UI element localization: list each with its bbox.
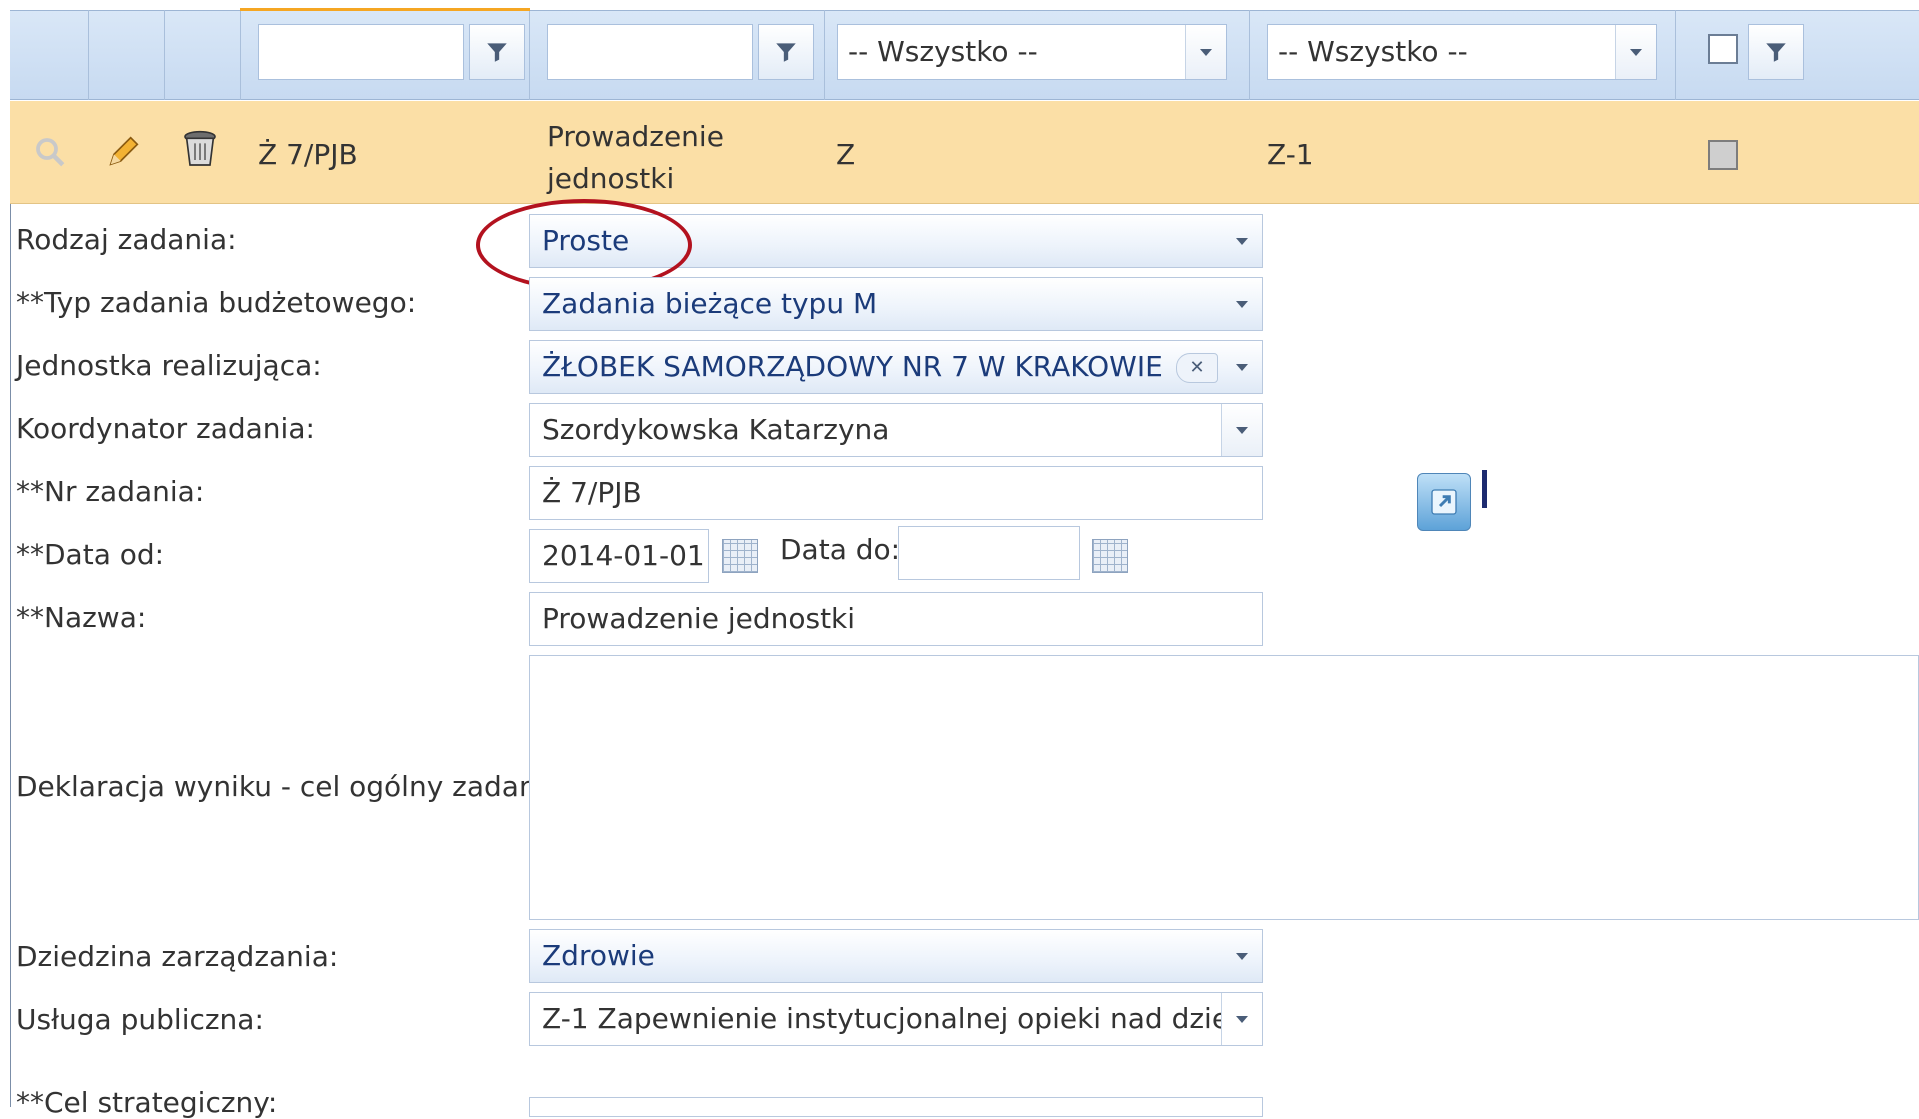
chevron-down-icon[interactable] (1222, 215, 1262, 267)
pencil-icon[interactable] (104, 130, 144, 176)
nr-input[interactable]: Ż 7/PJB (529, 466, 1263, 520)
column-divider (1675, 10, 1676, 100)
rodzaj-label: Rodzaj zadania: (16, 223, 237, 256)
chevron-down-icon[interactable] (1615, 25, 1656, 79)
data-do-label: Data do: (780, 533, 901, 566)
dziedzina-value: Zdrowie (542, 939, 655, 972)
data-od-value: 2014-01-01 (542, 539, 705, 572)
chevron-down-icon[interactable] (1185, 25, 1226, 79)
nr-value: Ż 7/PJB (542, 476, 642, 509)
nazwa-input[interactable]: Prowadzenie jednostki (529, 592, 1263, 646)
cel-select[interactable] (529, 1097, 1263, 1117)
usluga-label: Usługa publiczna: (16, 1003, 264, 1036)
row-code: Ż 7/PJB (258, 138, 358, 171)
funnel-icon (1766, 43, 1786, 62)
usluga-select[interactable]: Z-1 Zapewnienie instytucjonalnej opieki … (529, 992, 1263, 1046)
typ-select[interactable]: Zadania bieżące typu M (529, 277, 1263, 331)
deklaracja-label: Deklaracja wyniku - cel ogólny zadania: (16, 770, 572, 803)
cel-label: **Cel strategiczny: (16, 1086, 278, 1119)
koordynator-value: Szordykowska Katarzyna (542, 413, 890, 446)
column-divider (164, 10, 165, 100)
row-checkbox[interactable] (1708, 140, 1738, 170)
row-name: Prowadzenie jednostki (547, 120, 724, 195)
calendar-icon[interactable] (1092, 539, 1128, 573)
row-service: Z-1 (1267, 138, 1314, 171)
koordynator-select[interactable]: Szordykowska Katarzyna (529, 403, 1263, 457)
filter-name-input[interactable] (547, 24, 753, 80)
column-divider (1249, 10, 1250, 100)
funnel-icon (776, 43, 796, 62)
funnel-icon (487, 43, 507, 62)
row-type: Z (836, 138, 856, 171)
deklaracja-textarea[interactable] (529, 655, 1919, 920)
column-divider (529, 10, 530, 100)
filter-type-value: -- Wszystko -- (848, 35, 1038, 68)
sorted-column-indicator (240, 8, 530, 11)
dziedzina-label: Dziedzina zarządzania: (16, 940, 339, 973)
clear-icon[interactable]: ✕ (1176, 353, 1218, 383)
usluga-value: Z-1 Zapewnienie instytucjonalnej opieki … (542, 1002, 1263, 1035)
jednostka-label: Jednostka realizująca: (16, 349, 322, 382)
external-link-icon[interactable] (1417, 473, 1471, 531)
filter-type-select[interactable]: -- Wszystko -- (837, 24, 1227, 80)
koordynator-label: Koordynator zadania: (16, 412, 315, 445)
data-od-input[interactable]: 2014-01-01 (529, 529, 709, 583)
text-cursor (1482, 470, 1487, 508)
filter-code-button[interactable] (469, 24, 525, 80)
column-divider (824, 10, 825, 100)
nazwa-value: Prowadzenie jednostki (542, 602, 856, 635)
column-divider (240, 10, 241, 100)
magnifier-icon[interactable] (32, 134, 68, 174)
filter-code-input[interactable] (258, 24, 464, 80)
chevron-down-icon[interactable] (1222, 341, 1262, 393)
filter-name-button[interactable] (758, 24, 814, 80)
jednostka-select[interactable]: ŻŁOBEK SAMORZĄDOWY NR 7 W KRAKOWIE ✕ (529, 340, 1263, 394)
filter-service-select[interactable]: -- Wszystko -- (1267, 24, 1657, 80)
chevron-down-icon[interactable] (1221, 993, 1262, 1045)
typ-label: **Typ zadania budżetowego: (16, 286, 417, 319)
dziedzina-select[interactable]: Zdrowie (529, 929, 1263, 983)
chevron-down-icon[interactable] (1221, 404, 1262, 456)
form-left-border (10, 204, 11, 1107)
nr-label: **Nr zadania: (16, 475, 205, 508)
filter-checkbox-button[interactable] (1748, 24, 1804, 80)
data-od-label: **Data od: (16, 538, 165, 571)
jednostka-value: ŻŁOBEK SAMORZĄDOWY NR 7 W KRAKOWIE (542, 350, 1163, 383)
calendar-icon[interactable] (722, 539, 758, 573)
filter-checkbox[interactable] (1708, 34, 1738, 64)
chevron-down-icon[interactable] (1222, 930, 1262, 982)
chevron-down-icon[interactable] (1222, 278, 1262, 330)
column-divider (88, 10, 89, 100)
trash-icon[interactable] (180, 128, 220, 176)
filter-service-value: -- Wszystko -- (1278, 35, 1468, 68)
data-do-input[interactable] (898, 526, 1080, 580)
typ-value: Zadania bieżące typu M (542, 287, 878, 320)
nazwa-label: **Nazwa: (16, 601, 147, 634)
